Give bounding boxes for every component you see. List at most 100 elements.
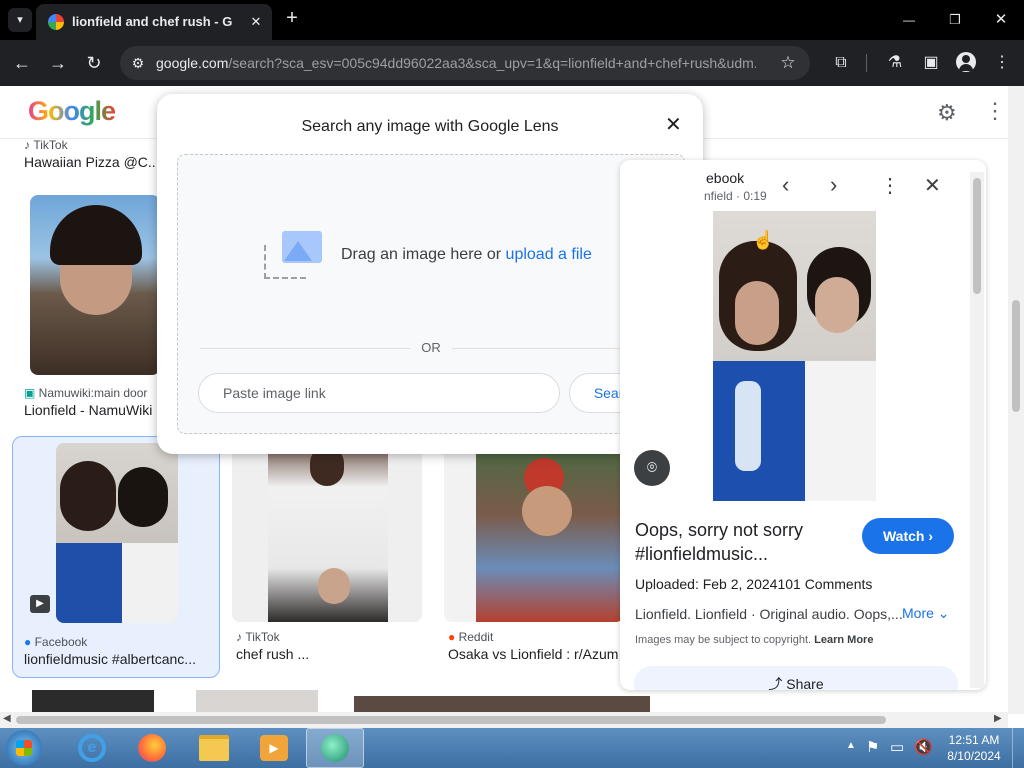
show-desktop-button[interactable] — [1012, 728, 1024, 768]
site-info-icon[interactable]: ⚙ — [128, 53, 148, 73]
paste-input-placeholder: Paste image link — [223, 385, 326, 401]
result-title: lionfieldmusic #albertcanc... — [24, 651, 196, 667]
result-source: TikTok — [33, 138, 68, 152]
restore-button[interactable]: ❐ — [944, 10, 966, 30]
title-bar: ▾ lionfield and chef rush - Googl ✕ + — … — [0, 0, 1024, 40]
result-item[interactable]: ♪ TikTok Hawaiian Pizza @C... — [24, 136, 164, 170]
windows-taskbar: e ▶ ▲ ⚑ ▭ 🔇 12:51 AM 8/10/2024 — [0, 728, 1024, 768]
selected-result-card[interactable]: ▶ ● Facebook lionfieldmusic #albertcanc.… — [12, 436, 220, 678]
result-title: Lionfield - NamuWiki — [24, 402, 153, 418]
result-thumbnail-image[interactable] — [30, 195, 160, 375]
panel-description: Lionfield. Lionfield · Original audio. O… — [635, 606, 903, 622]
horizontal-scrollbar-thumb[interactable] — [16, 716, 886, 724]
paste-image-link-input[interactable]: Paste image link — [198, 373, 560, 413]
panel-close-icon[interactable]: ✕ — [924, 173, 941, 198]
previous-chevron-icon[interactable]: ‹ — [782, 172, 789, 198]
page-vertical-scrollbar[interactable] — [1008, 86, 1024, 714]
extensions-icon[interactable]: ⧉ — [830, 53, 852, 73]
internet-explorer-icon[interactable]: e — [64, 728, 120, 768]
page-horizontal-scrollbar[interactable]: ◀ ▶ — [0, 712, 1008, 728]
minimize-button[interactable]: — — [898, 10, 920, 30]
result-item[interactable]: ♪ TikTok chef rush ... — [232, 442, 422, 678]
result-thumbnail-image — [56, 443, 178, 623]
google-favicon-icon — [48, 14, 64, 30]
labs-flask-icon[interactable]: ⚗ — [884, 53, 906, 73]
image-drop-zone[interactable]: Drag an image here or upload a file OR P… — [177, 154, 685, 434]
browser-menu-icon[interactable]: ⋮ — [992, 53, 1012, 73]
result-source: Reddit — [458, 630, 494, 644]
lens-close-icon[interactable]: ✕ — [665, 112, 682, 137]
drag-image-text: Drag an image here or — [341, 246, 502, 263]
result-thumbnail-image — [232, 442, 422, 622]
result-source: Facebook — [34, 635, 88, 649]
back-arrow-icon[interactable]: ← — [10, 53, 34, 73]
panel-scrollbar[interactable] — [970, 172, 984, 688]
facebook-icon: ● — [24, 635, 35, 649]
network-icon[interactable]: ▭ — [890, 738, 904, 756]
or-label: OR — [410, 340, 452, 355]
panel-source-sub: nfield · 0:19 — [704, 189, 767, 203]
file-explorer-icon[interactable] — [186, 728, 242, 768]
tab-close-icon[interactable]: ✕ — [246, 12, 266, 32]
system-clock[interactable]: 12:51 AM 8/10/2024 — [944, 732, 1004, 764]
chevron-right-icon: › — [928, 528, 934, 544]
panel-source-name: ebook — [706, 170, 745, 186]
address-bar[interactable]: ⚙ google.com/search?sca_esv=005c94dd9602… — [120, 46, 810, 80]
share-icon: ⤴ — [768, 676, 783, 690]
result-source: TikTok — [245, 630, 280, 644]
result-thumbnail-image[interactable] — [196, 690, 318, 714]
watch-button[interactable]: Watch › — [862, 518, 954, 554]
url-text: google.com/search?sca_esv=005c94dd96022a… — [156, 55, 756, 71]
page-scrollbar-thumb[interactable] — [1012, 300, 1020, 412]
upload-file-link[interactable]: upload a file — [506, 246, 592, 263]
panel-title-line2[interactable]: #lionfieldmusic... — [635, 542, 865, 566]
settings-gear-icon[interactable]: ⚙ — [937, 100, 957, 126]
panel-preview-image[interactable] — [713, 211, 876, 501]
result-title: chef rush ... — [236, 646, 310, 662]
side-panel-icon[interactable]: ▣ — [920, 53, 942, 73]
close-window-button[interactable]: ✕ — [990, 10, 1012, 30]
forward-arrow-icon[interactable]: → — [46, 53, 70, 73]
more-link[interactable]: More ⌄ — [902, 605, 950, 622]
tiktok-icon: ♪ — [24, 138, 34, 152]
clock-date: 8/10/2024 — [947, 749, 1001, 763]
result-item[interactable]: ● Reddit Osaka vs Lionfield : r/Azum — [444, 442, 624, 678]
next-chevron-icon[interactable]: › — [830, 172, 837, 198]
firefox-icon[interactable] — [124, 728, 180, 768]
reload-icon[interactable]: ↻ — [82, 53, 106, 73]
result-thumbnail-image[interactable] — [32, 690, 154, 714]
result-source: Namuwiki:main door — [38, 386, 148, 400]
action-center-flag-icon[interactable]: ⚑ — [866, 738, 879, 756]
scroll-right-icon[interactable]: ▶ — [994, 713, 1002, 724]
video-play-icon: ▶ — [30, 595, 50, 613]
namuwiki-icon: ▣ — [24, 386, 39, 400]
reddit-icon: ● — [448, 630, 459, 644]
lens-dialog-title: Search any image with Google Lens — [301, 118, 559, 135]
learn-more-link[interactable]: Learn More — [814, 634, 873, 646]
show-hidden-icons[interactable]: ▲ — [846, 740, 856, 751]
toolbar-divider — [866, 54, 867, 72]
image-placeholder-icon — [264, 231, 322, 279]
clock-time: 12:51 AM — [948, 733, 1000, 747]
bookmark-star-icon[interactable]: ☆ — [778, 53, 798, 73]
chevron-down-icon: ⌄ — [937, 605, 950, 621]
cursor-hand-icon: ☝ — [752, 230, 775, 250]
panel-scrollbar-thumb[interactable] — [973, 178, 981, 294]
new-tab-button[interactable]: + — [282, 8, 302, 28]
active-app-icon[interactable] — [306, 728, 364, 768]
start-button[interactable] — [6, 730, 42, 766]
panel-title-line1[interactable]: Oops, sorry not sorry — [635, 518, 865, 542]
profile-avatar-icon[interactable] — [956, 52, 976, 72]
tab-search-button[interactable]: ▾ — [8, 8, 32, 32]
more-options-icon[interactable]: ⋮ — [880, 173, 900, 198]
google-doodle-logo[interactable]: Google — [28, 96, 116, 127]
scroll-left-icon[interactable]: ◀ — [3, 713, 11, 724]
share-button[interactable]: ⤴ Share — [634, 666, 958, 690]
image-detail-panel: ebook nfield · 0:19 ‹ › ⋮ ✕ ⌾ ☝ Oops, so… — [620, 160, 986, 690]
comment-count: 101 Comments — [777, 576, 873, 592]
volume-muted-icon[interactable]: 🔇 — [914, 738, 933, 756]
media-player-icon[interactable]: ▶ — [246, 728, 302, 768]
browser-tab[interactable]: lionfield and chef rush - Googl ✕ — [36, 4, 272, 40]
lens-search-icon[interactable]: ⌾ — [634, 450, 670, 486]
result-item[interactable]: ▣ Namuwiki:main door Lionfield - NamuWik… — [24, 384, 164, 418]
